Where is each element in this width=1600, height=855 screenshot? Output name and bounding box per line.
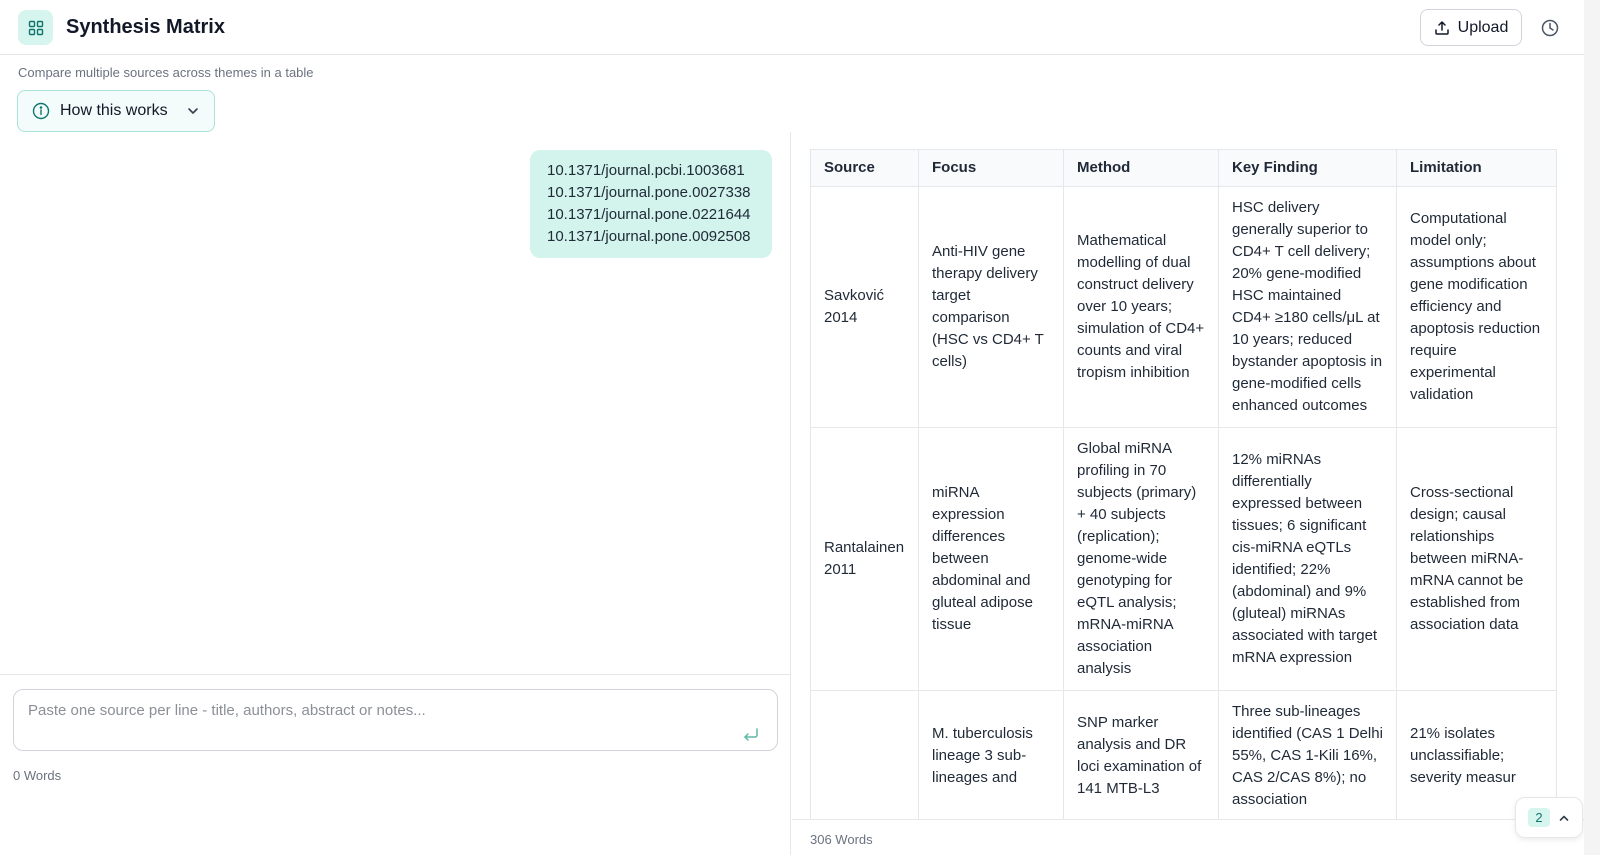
chevron-down-icon (187, 108, 198, 114)
input-pane: 10.1371/journal.pcbi.1003681 10.1371/jou… (0, 132, 791, 855)
upload-button[interactable]: Upload (1420, 9, 1522, 46)
app-title: Synthesis Matrix (66, 16, 225, 38)
table-header-row: Source Focus Method Key Finding Limitati… (810, 149, 1557, 187)
table-cell: Mathematical modelling of dual construct… (1063, 186, 1219, 428)
matrix-footer: 306 Words (792, 819, 1584, 855)
matrix-word-count: 306 Words (810, 832, 873, 847)
table-row: Rantalainen 2011 miRNA expression differ… (810, 427, 1557, 691)
how-this-works-label: How this works (60, 102, 168, 119)
table-cell: SNP marker analysis and DR loci examinat… (1063, 690, 1219, 819)
page-navigator[interactable]: 2 (1515, 797, 1583, 838)
matrix-pane: Source Focus Method Key Finding Limitati… (792, 132, 1584, 819)
source-line: 10.1371/journal.pone.0027338 (547, 184, 751, 201)
enter-icon[interactable] (742, 727, 760, 743)
table-cell: Three sub-lineages identified (CAS 1 Del… (1218, 690, 1397, 819)
table-cell: Savković 2014 (810, 186, 919, 428)
input-word-count: 0 Words (13, 768, 62, 783)
table-cell: Rantalainen 2011 (810, 427, 919, 691)
table-row: M. tuberculosis lineage 3 sub-lineages a… (810, 690, 1557, 819)
table-cell (810, 690, 919, 819)
table-cell: Computational model only; assumptions ab… (1396, 186, 1557, 428)
table-cell: M. tuberculosis lineage 3 sub-lineages a… (918, 690, 1064, 819)
app-header: Synthesis Matrix Upload (0, 0, 1584, 55)
column-header: Method (1063, 149, 1219, 187)
source-line: 10.1371/journal.pone.0092508 (547, 228, 751, 245)
sources-message-bubble: 10.1371/journal.pcbi.1003681 10.1371/jou… (530, 150, 772, 258)
table-cell: miRNA expression differences between abd… (918, 427, 1064, 691)
table-cell: Anti-HIV gene therapy delivery target co… (918, 186, 1064, 428)
source-input[interactable] (13, 689, 778, 751)
grid-icon[interactable] (18, 10, 53, 45)
column-header: Key Finding (1218, 149, 1397, 187)
upload-label: Upload (1457, 18, 1509, 36)
column-header: Limitation (1396, 149, 1557, 187)
upload-icon (1434, 20, 1449, 35)
how-this-works-toggle[interactable]: How this works (17, 90, 215, 132)
chevron-up-icon[interactable] (1558, 812, 1570, 824)
info-icon (32, 102, 50, 120)
column-header: Source (810, 149, 919, 187)
page-subtitle: Compare multiple sources across themes i… (18, 65, 314, 80)
source-line: 10.1371/journal.pone.0221644 (547, 206, 751, 223)
table-cell: 12% miRNAs differentially expressed betw… (1218, 427, 1397, 691)
table-row: Savković 2014 Anti-HIV gene therapy deli… (810, 186, 1557, 428)
table-cell: Global miRNA profiling in 70 subjects (p… (1063, 427, 1219, 691)
clock-icon (1541, 19, 1559, 37)
source-line: 10.1371/journal.pcbi.1003681 (547, 162, 745, 179)
history-button[interactable] (1538, 16, 1562, 40)
window-scrollbar[interactable] (1584, 0, 1600, 855)
page-number-badge: 2 (1528, 808, 1550, 827)
synthesis-table: Source Focus Method Key Finding Limitati… (810, 149, 1557, 819)
table-cell: Cross-sectional design; causal relations… (1396, 427, 1557, 691)
table-cell: HSC delivery generally superior to CD4+ … (1218, 186, 1397, 428)
column-header: Focus (918, 149, 1064, 187)
composer: 0 Words (0, 674, 791, 855)
